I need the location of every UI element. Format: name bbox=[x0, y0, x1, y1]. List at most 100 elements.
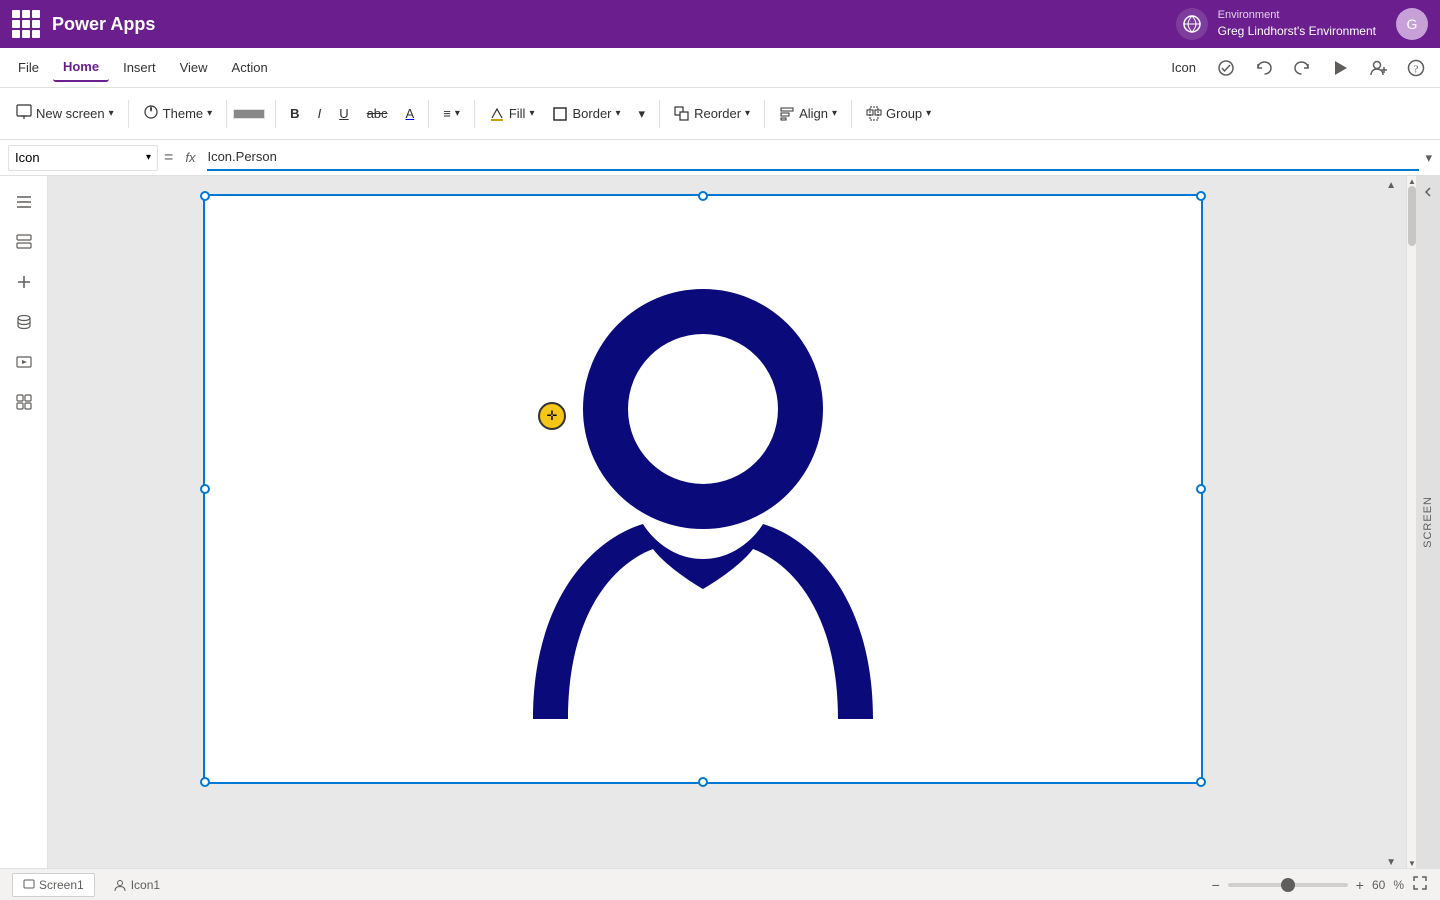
scroll-thumb[interactable] bbox=[1408, 186, 1416, 246]
zoom-in-button[interactable]: + bbox=[1356, 877, 1364, 893]
icon1-tab[interactable]: Icon1 bbox=[103, 874, 170, 896]
fill-label: Fill bbox=[509, 106, 526, 121]
divider3 bbox=[275, 100, 276, 128]
canvas-frame bbox=[203, 194, 1203, 784]
font-color-label: A bbox=[406, 106, 415, 121]
menu-home[interactable]: Home bbox=[53, 53, 109, 82]
redo-button[interactable] bbox=[1286, 52, 1318, 84]
help-button[interactable]: ? bbox=[1400, 52, 1432, 84]
fill-button[interactable]: Fill ▾ bbox=[481, 102, 543, 126]
equals-sign: = bbox=[164, 149, 173, 167]
group-icon bbox=[866, 106, 882, 122]
zoom-unit: % bbox=[1393, 878, 1404, 892]
align-menu-label: Align bbox=[799, 106, 828, 121]
status-bar: Screen1 Icon1 − + 60 % bbox=[0, 868, 1440, 900]
vertical-scrollbar[interactable]: ▲ ▼ bbox=[1406, 176, 1416, 868]
selected-control-label: Icon bbox=[1161, 56, 1206, 79]
strikethrough-button[interactable]: abc bbox=[359, 102, 396, 125]
more-options-button[interactable]: ▾ bbox=[631, 102, 654, 126]
add-screen-icon[interactable] bbox=[6, 264, 42, 300]
app-title: Power Apps bbox=[52, 14, 602, 35]
formula-expand-caret[interactable]: ▾ bbox=[1425, 150, 1432, 166]
align-button[interactable]: ≡ ▾ bbox=[435, 102, 468, 125]
align-menu-caret: ▾ bbox=[832, 108, 837, 119]
divider5 bbox=[474, 100, 475, 128]
play-button[interactable] bbox=[1324, 52, 1356, 84]
reorder-icon bbox=[674, 106, 690, 122]
align-menu-button[interactable]: Align ▾ bbox=[771, 102, 845, 126]
new-screen-button[interactable]: New screen ▾ bbox=[8, 100, 122, 127]
underline-button[interactable]: U bbox=[331, 102, 356, 125]
screen1-label: Screen1 bbox=[39, 878, 84, 892]
theme-label: Theme bbox=[163, 106, 203, 121]
theme-icon bbox=[143, 104, 159, 123]
fill-icon bbox=[489, 106, 505, 122]
scroll-top-arrow[interactable]: ▲ bbox=[1386, 176, 1396, 191]
title-bar: Power Apps Environment Greg Lindhorst's … bbox=[0, 0, 1440, 48]
reorder-button[interactable]: Reorder ▾ bbox=[666, 102, 758, 126]
media-icon[interactable] bbox=[6, 344, 42, 380]
undo-button[interactable] bbox=[1248, 52, 1280, 84]
data-icon[interactable] bbox=[6, 304, 42, 340]
border-icon bbox=[552, 106, 568, 122]
zoom-thumb[interactable] bbox=[1281, 878, 1295, 892]
bold-button[interactable]: B bbox=[282, 102, 307, 125]
icon-tab-icon bbox=[113, 878, 127, 892]
right-panel-collapse-button[interactable] bbox=[1420, 184, 1436, 203]
italic-button[interactable]: I bbox=[310, 102, 330, 125]
controls-icon[interactable] bbox=[6, 384, 42, 420]
formula-bar: Icon ▾ = fx ▾ bbox=[0, 140, 1440, 176]
divider7 bbox=[764, 100, 765, 128]
divider4 bbox=[428, 100, 429, 128]
menu-view[interactable]: View bbox=[170, 54, 218, 81]
zoom-out-button[interactable]: − bbox=[1212, 877, 1220, 893]
env-text: Environment Greg Lindhorst's Environment bbox=[1218, 8, 1376, 40]
reorder-label: Reorder bbox=[694, 106, 741, 121]
theme-button[interactable]: Theme ▾ bbox=[135, 100, 221, 127]
icon1-label: Icon1 bbox=[131, 878, 160, 892]
health-check-button[interactable] bbox=[1210, 52, 1242, 84]
canvas-area[interactable]: ▲ bbox=[48, 176, 1406, 868]
env-label: Environment bbox=[1218, 8, 1376, 23]
border-label: Border bbox=[572, 106, 611, 121]
group-label: Group bbox=[886, 106, 922, 121]
zoom-slider[interactable] bbox=[1228, 883, 1348, 887]
formula-input[interactable] bbox=[207, 145, 1419, 171]
reorder-caret: ▾ bbox=[745, 108, 750, 119]
group-button[interactable]: Group ▾ bbox=[858, 102, 939, 126]
align-caret: ▾ bbox=[455, 108, 460, 119]
group-caret: ▾ bbox=[926, 108, 931, 119]
menu-action[interactable]: Action bbox=[222, 54, 278, 81]
right-panel[interactable]: SCREEN bbox=[1416, 176, 1440, 868]
menu-bar: File Home Insert View Action Icon bbox=[0, 48, 1440, 88]
toolbar: New screen ▾ Theme ▾ B I U abc A ≡ ▾ Fil… bbox=[0, 88, 1440, 140]
hamburger-menu-icon[interactable] bbox=[6, 184, 42, 220]
left-sidebar bbox=[0, 176, 48, 868]
add-user-button[interactable] bbox=[1362, 52, 1394, 84]
move-cursor-indicator[interactable]: ✛ bbox=[538, 402, 566, 430]
align-menu-icon bbox=[779, 106, 795, 122]
border-button[interactable]: Border ▾ bbox=[544, 102, 628, 126]
font-color-button[interactable]: A bbox=[398, 102, 423, 125]
fullscreen-button[interactable] bbox=[1412, 875, 1428, 894]
divider1 bbox=[128, 100, 129, 128]
property-value: Icon bbox=[15, 150, 146, 165]
waffle-icon[interactable] bbox=[12, 10, 40, 38]
fill-caret: ▾ bbox=[529, 108, 534, 119]
layers-icon[interactable] bbox=[6, 224, 42, 260]
avatar[interactable]: G bbox=[1396, 8, 1428, 40]
scroll-bottom-arrow[interactable]: ▼ bbox=[1386, 853, 1396, 868]
fx-button[interactable]: fx bbox=[179, 148, 201, 167]
environment-section: Environment Greg Lindhorst's Environment bbox=[1176, 8, 1376, 40]
menu-right-icons: ? bbox=[1210, 52, 1432, 84]
border-caret: ▾ bbox=[616, 108, 621, 119]
menu-file[interactable]: File bbox=[8, 54, 49, 81]
theme-caret: ▾ bbox=[207, 108, 212, 119]
screen-tab-icon bbox=[23, 879, 35, 891]
property-selector[interactable]: Icon ▾ bbox=[8, 145, 158, 171]
environment-icon bbox=[1176, 8, 1208, 40]
screen1-tab[interactable]: Screen1 bbox=[12, 873, 95, 897]
new-screen-label: New screen bbox=[36, 106, 105, 121]
color-picker[interactable] bbox=[233, 109, 265, 119]
menu-insert[interactable]: Insert bbox=[113, 54, 166, 81]
